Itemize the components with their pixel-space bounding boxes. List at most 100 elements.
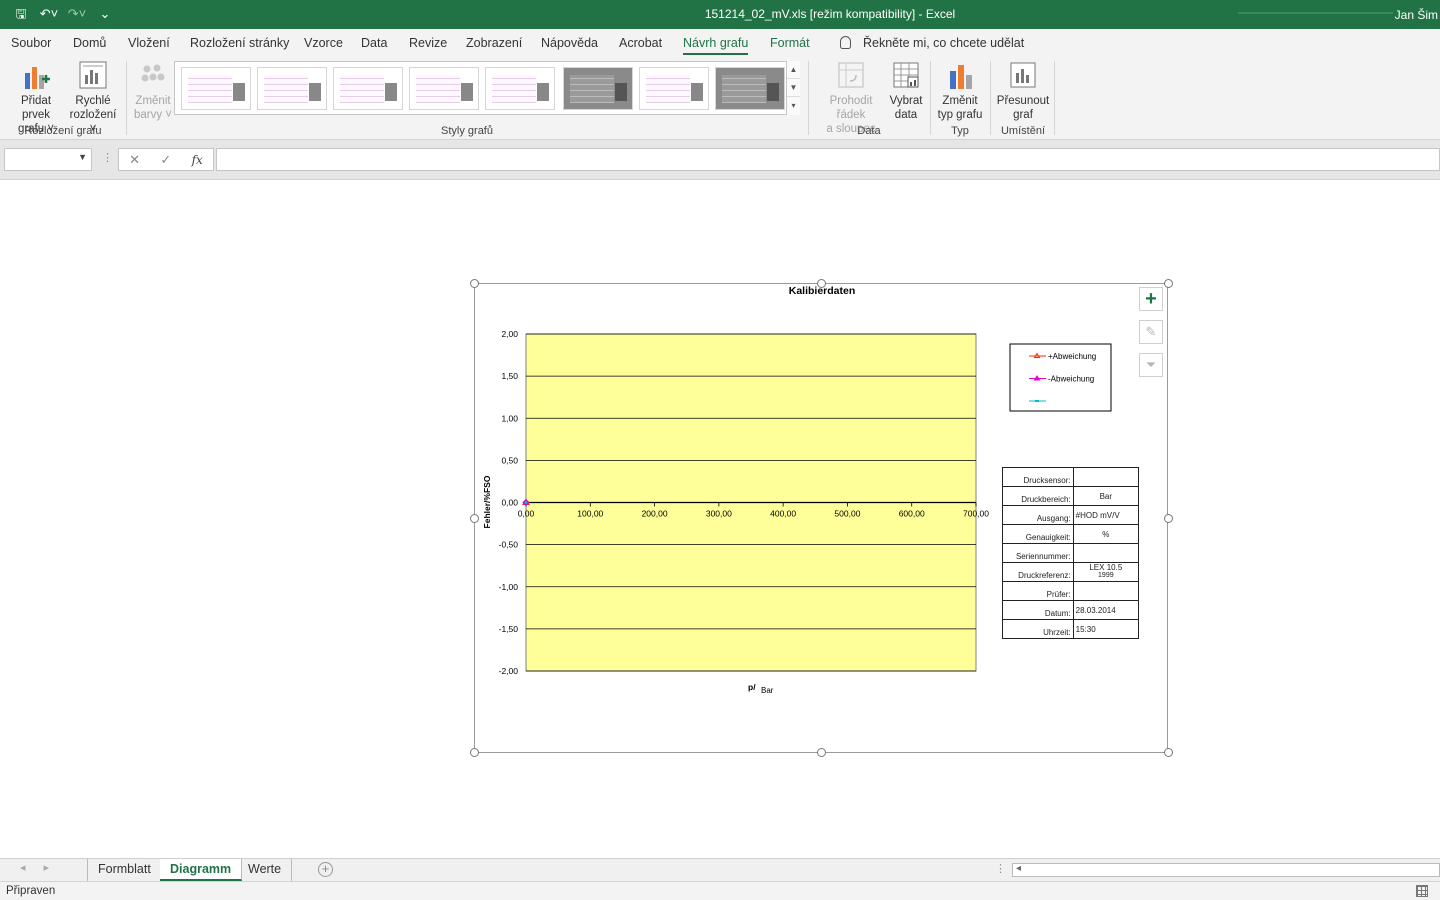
formula-input[interactable] xyxy=(216,148,1440,171)
info-key: Prüfer: xyxy=(1002,581,1074,601)
sheet-tabs-bar: ◂▸ Formblatt Diagramm Werte + ⋮ xyxy=(0,858,1440,881)
resize-handle-bottom-left[interactable] xyxy=(470,748,479,757)
info-value-text: Bar xyxy=(1099,491,1113,501)
tab-navrh-grafu[interactable]: Návrh grafu xyxy=(683,36,749,55)
enter-icon[interactable]: ✓ xyxy=(160,152,171,168)
gallery-scroll[interactable]: ▲ ▼ ▾ xyxy=(786,61,800,115)
insert-function-icon[interactable]: fx xyxy=(192,153,203,167)
ribbon: Přidat prvek grafu ˅ Rychlé rozložení ˅ … xyxy=(0,57,1440,140)
tab-zobrazeni[interactable]: Zobrazení xyxy=(466,36,522,50)
chart-style-7[interactable] xyxy=(639,67,709,110)
info-value: % xyxy=(1072,524,1140,544)
horizontal-scrollbar[interactable] xyxy=(1012,863,1440,877)
change-colors-label-2: barvy ˅ xyxy=(133,109,173,121)
change-chart-type-button[interactable]: Změnit typ grafu xyxy=(934,61,986,122)
move-chart-label-2: graf xyxy=(1013,109,1033,121)
tab-rozlozeni-stranky[interactable]: Rozložení stránky xyxy=(190,36,289,50)
chart-elements-plus-icon[interactable]: + xyxy=(1139,287,1163,311)
info-row: Ausgang: #HOD mV/V xyxy=(1002,505,1140,525)
select-data-label-1: Vybrat xyxy=(889,95,923,107)
info-table: Drucksensor: Druckbereich: Bar Ausgang: #HOD… xyxy=(1002,467,1140,639)
gallery-more-icon[interactable]: ▾ xyxy=(787,97,800,115)
tab-format[interactable]: Formát xyxy=(770,36,810,50)
info-value-subtext: 1999 xyxy=(1098,572,1114,579)
resize-handle-right[interactable] xyxy=(1164,514,1173,523)
chart-style-3[interactable] xyxy=(333,67,403,110)
name-box[interactable]: ▼ xyxy=(4,148,92,171)
chart-style-5[interactable] xyxy=(485,67,555,110)
resize-handle-top[interactable] xyxy=(817,279,826,288)
info-row: Datum: 28.03.2014 xyxy=(1002,600,1140,620)
resize-handle-bottom-right[interactable] xyxy=(1164,748,1173,757)
resize-handle-bottom[interactable] xyxy=(817,748,826,757)
chart-style-6[interactable] xyxy=(563,67,633,110)
chart-sheet-area: + ✎ ⏷ Kalibierdaten 2,00 1,50 1,00 0,50 0,00… xyxy=(0,179,1440,858)
info-value: LEX 10.5 1999 xyxy=(1072,562,1140,582)
tab-vzorce[interactable]: Vzorce xyxy=(304,36,343,50)
ribbon-separator xyxy=(1054,61,1055,135)
info-key: Uhrzeit: xyxy=(1002,619,1074,639)
add-chart-element-icon xyxy=(22,61,50,91)
info-key: Genauigkeit: xyxy=(1002,524,1074,544)
palette-icon xyxy=(139,61,167,91)
tab-acrobat[interactable]: Acrobat xyxy=(619,36,662,50)
add-sheet-icon[interactable]: + xyxy=(318,862,333,877)
select-data-button[interactable]: Vybrat data xyxy=(886,61,926,122)
cancel-icon[interactable]: ✕ xyxy=(129,152,140,168)
group-label-chart-layouts: Rozložení grafu xyxy=(24,125,102,137)
info-value: Bar xyxy=(1072,486,1140,506)
chart-style-2[interactable] xyxy=(257,67,327,110)
lightbulb-icon xyxy=(840,36,851,49)
status-bar: Připraven xyxy=(0,881,1440,900)
sheet-nav-arrows-icon[interactable]: ◂▸ xyxy=(20,861,67,874)
change-chart-type-label-1: Změnit xyxy=(942,95,978,107)
chart-filters-funnel-icon[interactable]: ⏷ xyxy=(1139,353,1163,377)
chart-style-4[interactable] xyxy=(409,67,479,110)
formula-buttons: ✕ ✓ fx xyxy=(118,148,214,171)
info-key: Druckreferenz: xyxy=(1002,562,1074,582)
resize-handle-top-right[interactable] xyxy=(1164,279,1173,288)
info-value-text: % xyxy=(1102,529,1110,539)
chart-style-8[interactable] xyxy=(715,67,785,110)
group-label-chart-styles: Styly grafů xyxy=(441,125,493,137)
tab-data[interactable]: Data xyxy=(361,36,387,50)
info-row: Seriennummer: xyxy=(1002,543,1140,563)
gallery-down-icon[interactable]: ▼ xyxy=(787,79,800,97)
formula-bar-resize-icon[interactable]: ⋮ xyxy=(102,151,113,164)
move-chart-button[interactable]: Přesunout graf xyxy=(994,61,1052,122)
info-value: 28.03.2014 xyxy=(1072,600,1140,620)
sheet-tab-diagramm[interactable]: Diagramm xyxy=(160,859,243,881)
sheet-tab-werte[interactable]: Werte xyxy=(238,859,293,881)
switch-row-column-icon xyxy=(837,61,865,91)
tab-napoveda[interactable]: Nápověda xyxy=(541,36,598,50)
user-name[interactable]: Jan Šim xyxy=(1395,8,1438,22)
info-value xyxy=(1072,581,1140,601)
change-chart-type-label-2: typ grafu xyxy=(937,109,983,121)
resize-handle-left[interactable] xyxy=(470,514,479,523)
move-chart-icon xyxy=(1009,61,1037,91)
sheet-tab-formblatt[interactable]: Formblatt xyxy=(87,859,162,881)
resize-handle-top-left[interactable] xyxy=(470,279,479,288)
tab-domu[interactable]: Domů xyxy=(73,36,106,50)
tab-vlozeni[interactable]: Vložení xyxy=(128,36,170,50)
ribbon-separator xyxy=(126,61,127,135)
gallery-up-icon[interactable]: ▲ xyxy=(787,61,800,79)
info-row: Genauigkeit:% xyxy=(1002,524,1140,544)
tell-me-text: Řekněte mi, co chcete udělat xyxy=(863,36,1025,50)
tell-me-search[interactable]: Řekněte mi, co chcete udělat xyxy=(840,36,1024,50)
group-label-data: Data xyxy=(857,125,881,137)
change-colors-button[interactable]: Změnit barvy ˅ xyxy=(130,61,176,122)
tab-split-icon[interactable]: ⋮ xyxy=(995,862,1006,875)
tab-revize[interactable]: Revize xyxy=(409,36,447,50)
chart-styles-brush-icon[interactable]: ✎ xyxy=(1139,320,1163,344)
info-row: Druckreferenz: LEX 10.5 1999 xyxy=(1002,562,1140,582)
normal-view-icon[interactable] xyxy=(1416,885,1428,897)
group-label-location: Umístění xyxy=(1000,125,1045,137)
tab-soubor[interactable]: Soubor xyxy=(11,36,51,50)
info-row: Uhrzeit: 15:30 xyxy=(1002,619,1140,639)
status-ready: Připraven xyxy=(6,885,56,897)
chart-style-1[interactable] xyxy=(181,67,251,110)
switch-row-column-label-1: Prohodit řádek xyxy=(829,95,873,121)
info-value-text: #HOD mV/V xyxy=(1075,510,1120,520)
name-box-dropdown-icon[interactable]: ▼ xyxy=(78,152,87,162)
